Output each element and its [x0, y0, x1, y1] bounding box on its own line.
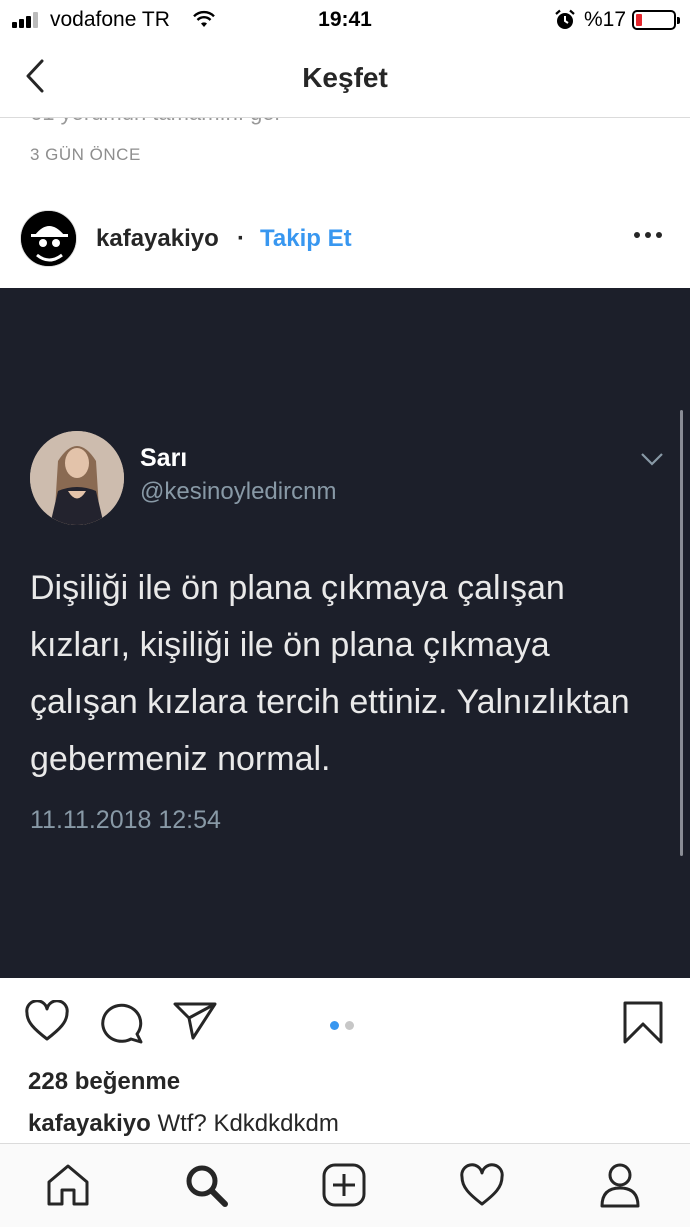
post-caption: kafayakiyo Wtf? Kdkdkdkdm	[28, 1110, 339, 1138]
send-icon[interactable]	[172, 1000, 218, 1042]
chevron-down-icon	[641, 453, 663, 466]
carousel-dot	[345, 1021, 354, 1030]
search-icon[interactable]	[183, 1162, 229, 1208]
post-time-ago: 3 GÜN ÖNCE	[30, 145, 141, 164]
battery-level	[636, 14, 642, 26]
comment-icon[interactable]	[99, 1000, 145, 1044]
carousel-dot-active	[330, 1021, 339, 1030]
tweet-line: gebermeniz normal.	[30, 740, 331, 778]
battery-icon	[632, 10, 680, 30]
follow-button[interactable]: Takip Et	[260, 225, 352, 253]
new-post-icon[interactable]	[321, 1162, 367, 1208]
status-bar: vodafone TR 19:41 %17	[0, 0, 690, 40]
tweet-line: çalışan kızlara tercih ettiniz. Yalnızlı…	[30, 683, 630, 721]
battery-percent: %17	[584, 8, 627, 31]
post-username[interactable]: kafayakiyo	[96, 225, 219, 253]
page-title: Keşfet	[302, 62, 388, 93]
top-nav: Keşfet	[0, 40, 690, 118]
scrollbar	[680, 410, 683, 856]
activity-icon[interactable]	[459, 1162, 505, 1208]
bottom-tab-bar	[0, 1143, 690, 1227]
caption-text: Wtf? Kdkdkdkdm	[157, 1110, 339, 1137]
user-avatar[interactable]	[20, 210, 77, 267]
caption-username[interactable]: kafayakiyo	[28, 1110, 151, 1137]
separator-dot: ·	[237, 225, 245, 252]
post-image[interactable]: Sarı @kesinoyledircnm Dişiliği ile ön pl…	[0, 288, 690, 978]
alarm-icon	[555, 9, 575, 29]
tweet-date: 11.11.2018 12:54	[30, 806, 221, 834]
bookmark-icon[interactable]	[622, 1000, 664, 1046]
tweet-author-handle: @kesinoyledircnm	[140, 478, 337, 505]
profile-icon[interactable]	[597, 1162, 643, 1208]
home-icon[interactable]	[45, 1162, 91, 1208]
carousel-indicator	[330, 1017, 360, 1035]
heart-icon[interactable]	[24, 1000, 70, 1042]
tweet-text: Dişiliği ile ön plana çıkmaya çalışan kı…	[30, 560, 670, 788]
tweet-line: kızları, kişiliği ile ön plana çıkmaya	[30, 626, 550, 664]
more-horizontal-icon[interactable]	[634, 232, 664, 242]
tweet-author-name: Sarı	[140, 444, 188, 472]
like-count[interactable]: 228 beğenme	[28, 1068, 180, 1096]
tweet-line: Dişiliği ile ön plana çıkmaya çalışan	[30, 569, 565, 607]
tweet-avatar	[30, 431, 124, 525]
